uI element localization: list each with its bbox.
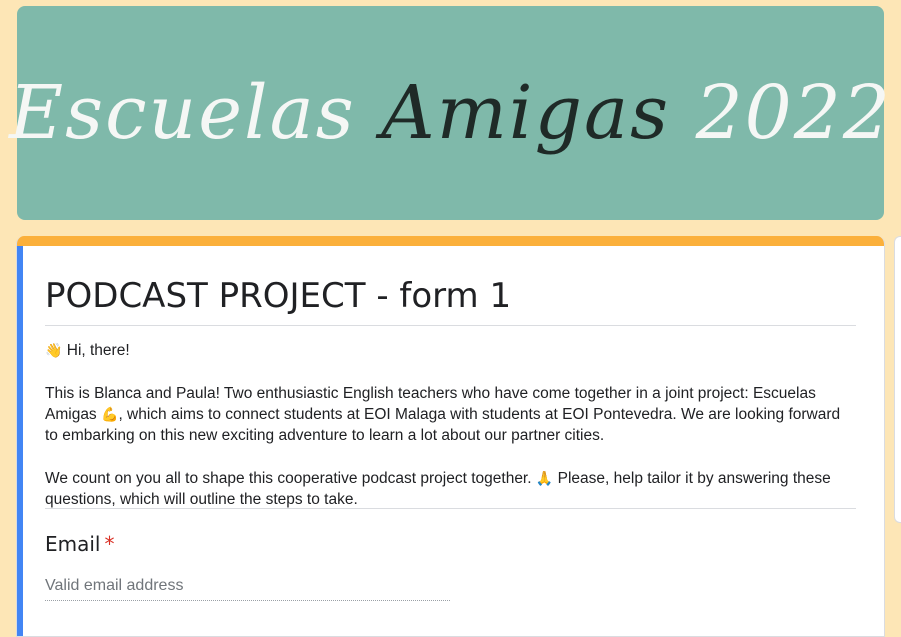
form-description: 👋 Hi, there! This is Blanca and Paula! T… — [45, 340, 845, 532]
banner-word-escuelas: Escuelas — [9, 70, 356, 156]
title-divider — [45, 325, 856, 326]
form-header-card: PODCAST PROJECT - form 1 👋 Hi, there! Th… — [16, 236, 885, 637]
form-title: PODCAST PROJECT - form 1 — [45, 276, 512, 316]
banner-word-amigas: Amigas — [381, 70, 671, 156]
greeting-text: Hi, there! — [66, 342, 130, 359]
paragraph-2-text-a: We count on you all to shape this cooper… — [45, 470, 532, 487]
card-left-accent — [17, 246, 23, 636]
description-paragraph-2: We count on you all to shape this cooper… — [45, 468, 845, 510]
header-banner: Escuelas Amigas 2022 — [9, 6, 890, 220]
greeting-line: 👋 Hi, there! — [45, 340, 845, 361]
praying-hands-icon: 🙏 — [535, 470, 554, 486]
flexed-biceps-icon: 💪 — [101, 406, 119, 422]
description-divider — [45, 508, 856, 509]
side-toolbar-edge[interactable] — [894, 236, 901, 523]
paragraph-1-text-b: , which aims to connect students at EOI … — [45, 406, 841, 444]
waving-hand-icon: 👋 — [45, 342, 63, 358]
banner-word-year: 2022 — [695, 70, 892, 156]
email-question-label: Email * — [45, 532, 115, 556]
email-input[interactable] — [45, 572, 450, 601]
card-top-accent — [17, 236, 884, 246]
banner-title: Escuelas Amigas 2022 — [9, 70, 892, 156]
description-paragraph-1: This is Blanca and Paula! Two enthusiast… — [45, 383, 845, 446]
required-asterisk: * — [104, 532, 115, 556]
email-label-text: Email — [45, 532, 101, 556]
